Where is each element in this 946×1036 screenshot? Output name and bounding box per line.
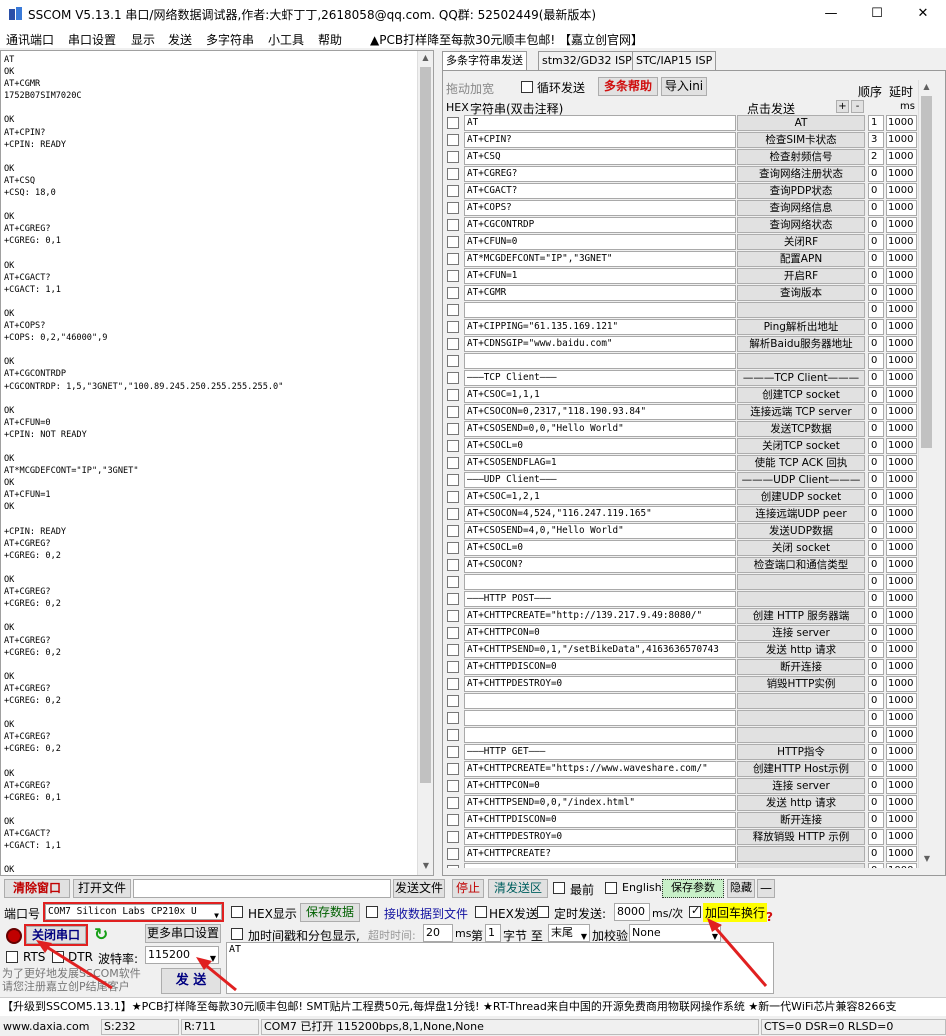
- recv-count: R:711: [181, 1019, 259, 1035]
- line-status: CTS=0 DSR=0 RLSD=0: [761, 1019, 946, 1035]
- annotation-arrows: [36, 918, 768, 992]
- sent-count: S:232: [101, 1019, 179, 1035]
- website-link[interactable]: www.daxia.com: [0, 1019, 98, 1035]
- promo-ticker[interactable]: 【升级到SSCOM5.13.1】★PCB打样降至每款30元顺丰包邮! SMT贴片…: [0, 997, 946, 1016]
- status-bar: www.daxia.com S:232 R:711 COM7 已打开 11520…: [0, 1017, 946, 1036]
- arrow-to-close-port: [36, 940, 113, 990]
- arrow-to-baud: [196, 957, 237, 992]
- port-status: COM7 已打开 115200bps,8,1,None,None: [261, 1019, 759, 1035]
- arrow-to-crlf: [707, 918, 768, 987]
